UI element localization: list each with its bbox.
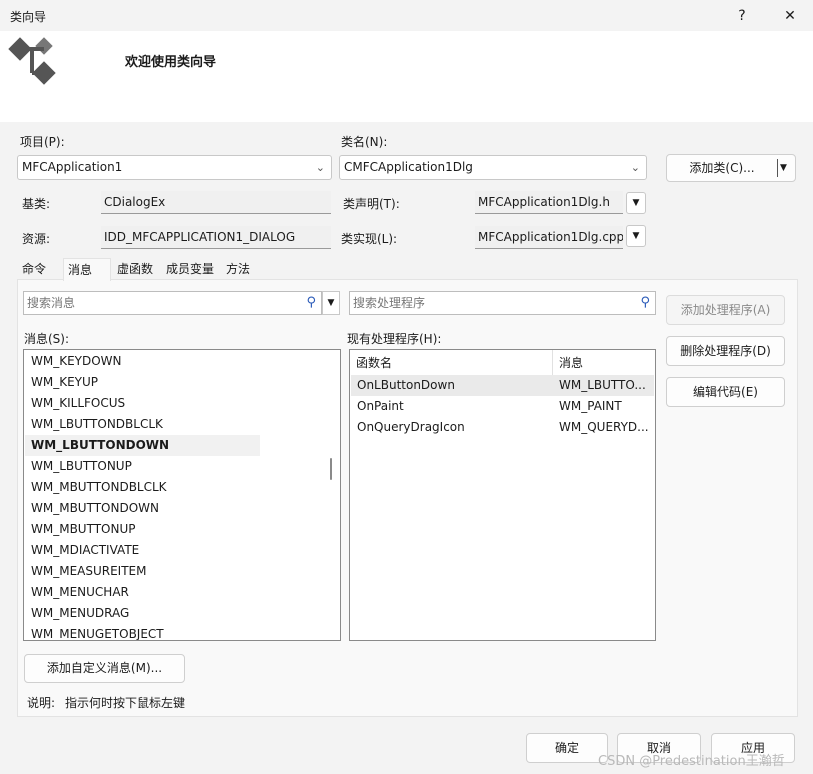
add-class-dropdown-icon[interactable]: ▼	[780, 155, 787, 181]
description-label: 说明:	[27, 696, 56, 710]
project-label: 项目(P):	[20, 135, 65, 149]
list-item[interactable]: WM_KEYUP	[31, 372, 98, 393]
add-class-label: 添加类(C)...	[689, 161, 755, 175]
base-class-field: CDialogEx	[101, 191, 331, 214]
list-item[interactable]: WM_MBUTTONUP	[31, 519, 135, 540]
list-item[interactable]: WM_LBUTTONUP	[31, 456, 132, 477]
classname-label: 类名(N):	[341, 135, 388, 149]
wizard-header: 欢迎使用类向导	[0, 31, 813, 122]
search-handlers-placeholder: 搜索处理程序	[353, 296, 426, 310]
class-wizard-logo-icon	[8, 37, 56, 85]
tab-virtual-functions[interactable]: 虚函数	[113, 258, 157, 280]
list-item-selected[interactable]: WM_LBUTTONDOWN	[25, 435, 260, 456]
resource-field: IDD_MFCAPPLICATION1_DIALOG	[101, 226, 331, 249]
class-decl-label: 类声明(T):	[343, 197, 400, 211]
list-item[interactable]: WM_LBUTTONDBLCLK	[31, 414, 163, 435]
resource-label: 资源:	[22, 232, 51, 246]
table-cell: OnPaint	[357, 399, 404, 413]
add-class-button[interactable]: 添加类(C)... ▼	[666, 154, 796, 182]
chevron-down-icon: ⌄	[630, 161, 640, 174]
list-item[interactable]: WM_MDIACTIVATE	[31, 540, 139, 561]
table-cell: WM_PAINT	[559, 399, 622, 413]
base-class-label: 基类:	[22, 197, 51, 211]
search-handlers-input[interactable]: 搜索处理程序 ⚲	[349, 291, 656, 315]
table-cell: OnLButtonDown	[357, 378, 455, 392]
delete-handler-button[interactable]: 删除处理程序(D)	[666, 336, 785, 366]
scrollbar-thumb[interactable]	[330, 458, 332, 480]
classname-value: CMFCApplication1Dlg	[344, 160, 473, 174]
chevron-down-icon: ▼	[327, 298, 335, 308]
table-cell: OnQueryDragIcon	[357, 420, 465, 434]
tab-commands[interactable]: 命令	[18, 258, 50, 280]
class-decl-dropdown[interactable]: ▼	[626, 192, 646, 214]
close-button[interactable]: ✕	[770, 4, 810, 28]
classname-combo[interactable]: CMFCApplication1Dlg ⌄	[339, 155, 647, 180]
messages-label: 消息(S):	[24, 332, 70, 346]
list-item[interactable]: WM_KEYDOWN	[31, 351, 122, 372]
chevron-down-icon: ▼	[632, 231, 640, 241]
add-handler-button[interactable]: 添加处理程序(A)	[666, 295, 785, 325]
project-combo[interactable]: MFCApplication1 ⌄	[17, 155, 332, 180]
class-impl-field: MFCApplication1Dlg.cpp	[475, 226, 623, 249]
search-messages-placeholder: 搜索消息	[27, 296, 76, 310]
welcome-heading: 欢迎使用类向导	[125, 55, 217, 70]
class-impl-label: 类实现(L):	[341, 232, 398, 246]
table-cell: WM_QUERYD...	[559, 420, 649, 434]
tab-methods[interactable]: 方法	[222, 258, 254, 280]
title-bar: 类向导 ? ✕	[0, 0, 813, 31]
tab-messages[interactable]: 消息	[63, 258, 111, 281]
project-value: MFCApplication1	[22, 160, 123, 174]
search-messages-input[interactable]: 搜索消息 ⚲	[23, 291, 322, 315]
watermark-text: CSDN @Predestination王瀚哲	[598, 754, 785, 769]
table-row[interactable]: OnQueryDragIcon WM_QUERYD...	[351, 417, 654, 438]
help-button[interactable]: ?	[722, 4, 762, 28]
tab-member-variables[interactable]: 成员变量	[162, 258, 218, 280]
column-header-function[interactable]: 函数名	[350, 350, 553, 376]
ok-button[interactable]: 确定	[526, 733, 608, 763]
list-item[interactable]: WM_KILLFOCUS	[31, 393, 125, 414]
list-item[interactable]: WM_MBUTTONDOWN	[31, 498, 159, 519]
list-item[interactable]: WM_MEASUREITEM	[31, 561, 147, 582]
chevron-down-icon: ▼	[632, 198, 640, 208]
table-row[interactable]: OnLButtonDown WM_LBUTTO...	[351, 375, 654, 396]
table-cell: WM_LBUTTO...	[559, 378, 646, 392]
handlers-table[interactable]: 函数名 消息 OnLButtonDown WM_LBUTTO... OnPain…	[349, 349, 656, 641]
list-item[interactable]: WM_MENUGETOBJECT	[31, 624, 164, 640]
handlers-label: 现有处理程序(H):	[347, 332, 442, 346]
add-custom-message-button[interactable]: 添加自定义消息(M)...	[24, 654, 185, 683]
list-item[interactable]: WM_MENUCHAR	[31, 582, 129, 603]
window-title: 类向导	[10, 10, 47, 24]
class-decl-field: MFCApplication1Dlg.h	[475, 191, 623, 214]
search-icon[interactable]: ⚲	[640, 292, 650, 314]
chevron-down-icon: ⌄	[315, 161, 325, 174]
list-item[interactable]: WM_MENUDRAG	[31, 603, 129, 624]
class-impl-dropdown[interactable]: ▼	[626, 225, 646, 247]
table-row[interactable]: OnPaint WM_PAINT	[351, 396, 654, 417]
edit-code-button[interactable]: 编辑代码(E)	[666, 377, 785, 407]
search-icon[interactable]: ⚲	[306, 292, 316, 314]
message-filter-dropdown[interactable]: ▼	[322, 291, 340, 315]
column-header-message[interactable]: 消息	[553, 350, 655, 376]
split-divider	[777, 159, 778, 177]
messages-list[interactable]: WM_KEYDOWN WM_KEYUP WM_KILLFOCUS WM_LBUT…	[23, 349, 341, 641]
description-text: 指示何时按下鼠标左键	[65, 696, 186, 710]
list-item[interactable]: WM_MBUTTONDBLCLK	[31, 477, 167, 498]
